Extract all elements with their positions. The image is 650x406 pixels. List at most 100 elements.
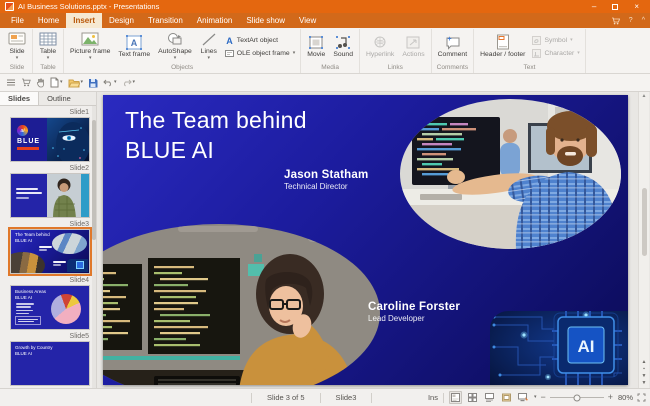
- ribbon-group-label: Text: [477, 65, 582, 74]
- canvas-scrollbar[interactable]: ▲ ▲ ▪ ▼ ▼: [638, 92, 649, 388]
- pie-chart-graphic: [51, 294, 81, 324]
- insert-mode-indicator[interactable]: Ins: [428, 393, 438, 402]
- tab-slideshow[interactable]: Slide show: [239, 13, 292, 28]
- normal-view-button[interactable]: [449, 391, 462, 404]
- picture-frame-button[interactable]: Picture frame ▾: [67, 31, 113, 62]
- ribbon-group-label: Objects: [67, 65, 297, 74]
- man-at-desk-graphic: [400, 99, 621, 249]
- photo-caroline-forster[interactable]: [103, 224, 380, 385]
- chevron-down-icon: ▾: [47, 56, 50, 61]
- panel-scrollbar[interactable]: [92, 106, 96, 388]
- zoom-slider[interactable]: [550, 397, 604, 399]
- slide1-thumbnail[interactable]: ai BLUE: [10, 117, 90, 162]
- slide-title[interactable]: The Team behindBLUE AI: [125, 106, 307, 166]
- person1-caption[interactable]: Jason Statham Technical Director: [284, 169, 368, 191]
- tab-transition[interactable]: Transition: [141, 13, 190, 28]
- app-window: AI Business Solutions.pptx - Presentatio…: [0, 0, 650, 406]
- picture-icon: [81, 32, 99, 47]
- tab-design[interactable]: Design: [102, 13, 141, 28]
- slide-panel: Slides Outline Slide1: [0, 92, 97, 388]
- save-button[interactable]: [88, 78, 98, 88]
- slide4-thumbnail[interactable]: Business AreasBLUE AI: [10, 285, 90, 330]
- scroll-up-icon[interactable]: ▲: [642, 93, 647, 100]
- fit-slide-button[interactable]: [637, 393, 646, 402]
- chevron-down-icon: ▾: [89, 56, 92, 61]
- open-folder-button[interactable]: ▾: [68, 78, 84, 88]
- tab-outline[interactable]: Outline: [39, 92, 79, 105]
- undo-button[interactable]: ▾: [103, 78, 117, 87]
- tab-animation[interactable]: Animation: [190, 13, 240, 28]
- presenter-view-button[interactable]: [517, 391, 530, 404]
- current-slide[interactable]: The Team behindBLUE AI: [103, 95, 628, 385]
- collapse-ribbon-icon[interactable]: ^: [642, 17, 645, 24]
- redo-button[interactable]: ▾: [122, 78, 136, 87]
- hyperlink-button: Hyperlink: [363, 34, 397, 60]
- scroll-down-icon[interactable]: ▼: [642, 381, 647, 386]
- slide5-thumbnail[interactable]: Growth by CountryBLUE AI: [10, 341, 90, 386]
- character-button: Character ▾: [532, 49, 579, 58]
- ribbon-group-media: Movie Sound Media: [301, 29, 360, 73]
- thumb-ai-chip: [67, 259, 88, 272]
- close-button[interactable]: ×: [634, 2, 639, 11]
- new-document-button[interactable]: ▾: [50, 77, 63, 88]
- lines-button[interactable]: Lines ▾: [197, 31, 221, 62]
- app-icon: [5, 2, 14, 11]
- slide-thumbnails: Slide1 ai BLUE: [0, 106, 96, 388]
- ole-object-frame-button[interactable]: OLE object frame ▾: [225, 49, 295, 58]
- tab-insert[interactable]: Insert: [66, 13, 102, 28]
- header-footer-icon: [496, 34, 510, 50]
- ribbon-group-comments: + Comment Comments: [432, 29, 474, 73]
- minimize-button[interactable]: –: [592, 2, 596, 11]
- sound-button[interactable]: Sound: [330, 34, 356, 60]
- notes-view-button[interactable]: [483, 391, 496, 404]
- slide-sorter-view-button[interactable]: [466, 391, 479, 404]
- sound-icon: [334, 35, 352, 50]
- slide2-label: Slide2: [0, 162, 96, 173]
- textart-object-button[interactable]: A TextArt object: [225, 36, 295, 45]
- table-button[interactable]: Table ▾: [36, 31, 60, 62]
- maximize-button[interactable]: [612, 4, 618, 10]
- title-bar: AI Business Solutions.pptx - Presentatio…: [0, 0, 650, 13]
- tab-view[interactable]: View: [292, 13, 323, 28]
- menu-icon[interactable]: [6, 78, 16, 87]
- text-frame-button[interactable]: A Text frame: [115, 34, 153, 60]
- zoom-level[interactable]: 80%: [617, 393, 633, 402]
- movie-button[interactable]: Movie: [304, 34, 328, 60]
- person2-caption[interactable]: Caroline Forster Lead Developer: [368, 301, 460, 323]
- slide-position: Slide 3 of 5: [253, 393, 319, 402]
- ribbon-group-text: Header / footer Symbol ▾ Character ▾ Tex…: [474, 29, 586, 73]
- comment-button[interactable]: + Comment: [435, 34, 470, 60]
- svg-text:A: A: [131, 38, 138, 48]
- chevron-down-icon: ▾: [16, 56, 19, 61]
- help-icon[interactable]: ?: [629, 17, 633, 24]
- photo-jason-statham[interactable]: [400, 99, 621, 249]
- slide-nav-icon[interactable]: ▪: [643, 367, 645, 372]
- ai-chip-image[interactable]: AI: [490, 311, 628, 385]
- reading-view-button[interactable]: [500, 391, 513, 404]
- chevron-down-icon[interactable]: ▾: [534, 395, 537, 400]
- scrollbar-thumb[interactable]: [642, 188, 647, 256]
- header-footer-button[interactable]: Header / footer: [477, 33, 528, 60]
- zoom-out-button[interactable]: −: [540, 393, 545, 402]
- next-slide-button[interactable]: ▼: [642, 374, 647, 379]
- autoshape-button[interactable]: AutoShape ▾: [155, 31, 195, 62]
- cart-icon[interactable]: [611, 17, 620, 25]
- tab-slides[interactable]: Slides: [0, 92, 39, 105]
- zoom-slider-knob[interactable]: [573, 394, 580, 401]
- slide3-thumbnail[interactable]: The Team behindBLUE AI: [10, 229, 90, 274]
- slide-button[interactable]: Slide ▾: [5, 31, 29, 62]
- previous-slide-button[interactable]: ▲: [642, 360, 647, 365]
- slide-canvas: The Team behindBLUE AI: [97, 92, 650, 388]
- woman-at-desk-graphic: [103, 224, 380, 385]
- hand-tool-icon[interactable]: [36, 78, 45, 88]
- tab-file[interactable]: File: [4, 13, 31, 28]
- ribbon-group-label: Slide: [5, 65, 29, 74]
- slide2-thumbnail[interactable]: [10, 173, 90, 218]
- chevron-down-icon: ▾: [114, 80, 117, 85]
- ribbon-group-objects: Picture frame ▾ A Text frame AutoShape ▾…: [64, 29, 301, 73]
- cart-icon[interactable]: [21, 78, 31, 87]
- tab-home[interactable]: Home: [31, 13, 66, 28]
- menu-bar: File Home Insert Design Transition Anima…: [0, 13, 650, 28]
- bullet-list-placeholder: [16, 303, 34, 316]
- zoom-in-button[interactable]: +: [608, 393, 613, 402]
